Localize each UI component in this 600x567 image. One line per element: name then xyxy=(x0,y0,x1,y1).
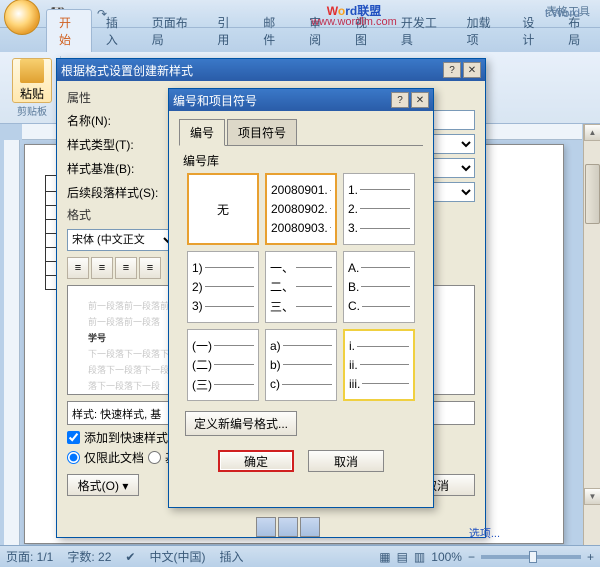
scroll-thumb[interactable] xyxy=(585,164,600,224)
num-none[interactable]: 无 xyxy=(187,173,259,245)
mini-icon[interactable] xyxy=(278,517,298,537)
dialog2-title: 编号和项目符号 xyxy=(173,92,389,109)
office-button[interactable] xyxy=(4,0,40,35)
vertical-scrollbar[interactable]: ▲ ▼ xyxy=(583,124,600,545)
help-icon[interactable]: ? xyxy=(443,62,461,78)
view-web-icon[interactable]: ▥ xyxy=(414,550,425,564)
page-indicator[interactable]: 页面: 1/1 xyxy=(6,548,53,565)
zoom-out-button[interactable]: − xyxy=(468,550,475,564)
close-icon[interactable]: ✕ xyxy=(411,92,429,108)
doc-only-label: 仅限此文档 xyxy=(84,449,144,466)
ruler-vertical[interactable] xyxy=(4,140,20,545)
num-date[interactable]: 20080901. 20080902. 20080903. xyxy=(265,173,337,245)
base-label: 样式基准(B): xyxy=(67,160,167,177)
table-tools-label: 表格工具 xyxy=(546,3,590,19)
mini-toolbar xyxy=(256,517,320,537)
template-radio[interactable] xyxy=(148,451,161,464)
dialog2-ok-button[interactable]: 确定 xyxy=(218,450,294,472)
dialog2-titlebar[interactable]: 编号和项目符号 ? ✕ xyxy=(169,89,433,111)
numbering-tabs: 编号 项目符号 xyxy=(179,119,423,146)
dialog1-title: 根据格式设置创建新样式 xyxy=(61,62,441,79)
scroll-up-icon[interactable]: ▲ xyxy=(584,124,600,141)
paste-button[interactable]: 粘贴 xyxy=(12,58,52,103)
dialog1-titlebar[interactable]: 根据格式设置创建新样式 ? ✕ xyxy=(57,59,485,81)
close-icon[interactable]: ✕ xyxy=(463,62,481,78)
tab-home[interactable]: 开始 xyxy=(46,9,92,52)
ribbon-tabs: 开始 插入 页面布局 引用 邮件 审阅 视图 开发工具 加载项 设计 布局 xyxy=(0,28,600,52)
view-print-icon[interactable]: ▦ xyxy=(379,550,390,564)
zoom-in-button[interactable]: + xyxy=(587,550,594,564)
paste-label: 粘贴 xyxy=(20,85,44,102)
numbering-grid: 无 20080901. 20080902. 20080903. 1. 2. 3.… xyxy=(179,173,423,401)
clipboard-label: 剪贴板 xyxy=(12,103,52,118)
title-center: Word联盟 www.wordlm.com xyxy=(112,0,596,28)
zoom-value[interactable]: 100% xyxy=(431,550,462,564)
quick-style-checkbox[interactable] xyxy=(67,431,80,444)
tab-bullets[interactable]: 项目符号 xyxy=(227,119,297,146)
doc-only-radio[interactable] xyxy=(67,451,80,464)
insert-mode[interactable]: 插入 xyxy=(219,548,243,565)
dialog2-cancel-button[interactable]: 取消 xyxy=(308,450,384,472)
view-read-icon[interactable]: ▤ xyxy=(397,550,408,564)
align-justify-icon[interactable]: ≡ xyxy=(139,257,161,279)
zoom-slider[interactable] xyxy=(481,555,581,559)
type-label: 样式类型(T): xyxy=(67,136,167,153)
help-icon[interactable]: ? xyxy=(391,92,409,108)
follow-label: 后续段落样式(S): xyxy=(67,184,167,201)
language-indicator[interactable]: 中文(中国) xyxy=(149,548,205,565)
num-decimal[interactable]: 1. 2. 3. xyxy=(343,173,415,245)
num-paren[interactable]: 1) 2) 3) xyxy=(187,251,259,323)
num-chinese-paren[interactable]: (一) (二) (三) xyxy=(187,329,259,401)
word-count[interactable]: 字数: 22 xyxy=(67,548,111,565)
name-label: 名称(N): xyxy=(67,112,167,129)
mini-icon[interactable] xyxy=(256,517,276,537)
num-roman[interactable]: i. ii. iii. xyxy=(343,329,415,401)
align-left-icon[interactable]: ≡ xyxy=(67,257,89,279)
options-link[interactable]: 选项... xyxy=(469,525,500,541)
paste-icon xyxy=(20,59,44,83)
proof-icon[interactable]: ✔ xyxy=(125,550,135,564)
align-center-icon[interactable]: ≡ xyxy=(91,257,113,279)
tab-numbering[interactable]: 编号 xyxy=(179,119,225,146)
zoom-thumb[interactable] xyxy=(529,551,537,563)
align-right-icon[interactable]: ≡ xyxy=(115,257,137,279)
numbering-dialog: 编号和项目符号 ? ✕ 编号 项目符号 编号库 无 20080901. 2008… xyxy=(168,88,434,508)
library-label: 编号库 xyxy=(183,152,423,169)
statusbar: 页面: 1/1 字数: 22 ✔ 中文(中国) 插入 ▦ ▤ ▥ 100% − … xyxy=(0,545,600,567)
num-chinese[interactable]: 一、 二、 三、 xyxy=(265,251,337,323)
watermark-url: www.wordlm.com xyxy=(112,16,596,28)
font-select[interactable]: 宋体 (中文正文 xyxy=(67,229,177,251)
scroll-down-icon[interactable]: ▼ xyxy=(584,488,600,505)
clipboard-group: 粘贴 剪贴板 xyxy=(4,56,61,119)
define-new-format-button[interactable]: 定义新编号格式... xyxy=(185,411,297,436)
format-menu-button[interactable]: 格式(O) ▾ xyxy=(67,474,139,496)
num-upper-alpha[interactable]: A. B. C. xyxy=(343,251,415,323)
num-lower-alpha[interactable]: a) b) c) xyxy=(265,329,337,401)
mini-icon[interactable] xyxy=(300,517,320,537)
